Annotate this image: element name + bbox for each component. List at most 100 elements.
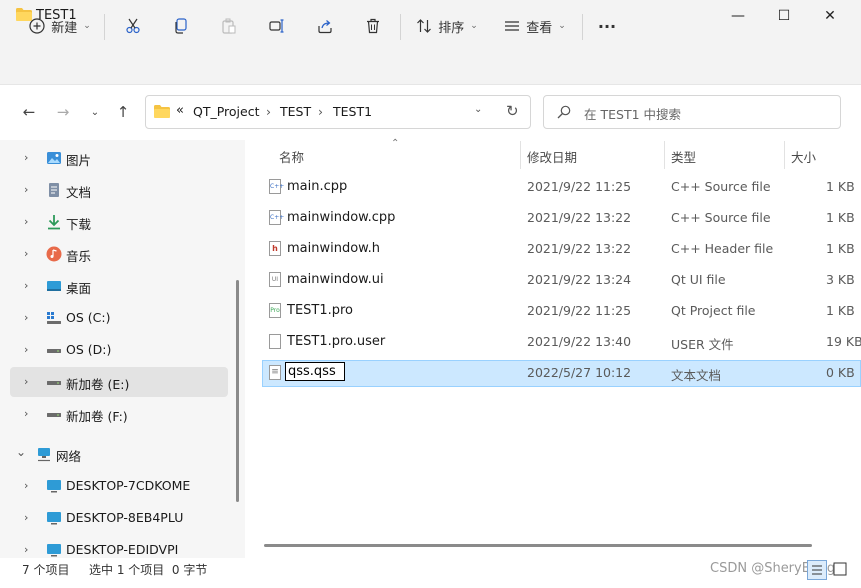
sidebar-item-pictures[interactable]: › 图片 <box>10 143 228 173</box>
close-window-button[interactable]: ✕ <box>807 0 853 32</box>
column-divider[interactable] <box>520 141 521 169</box>
chevron-right-icon[interactable]: › <box>24 215 28 228</box>
chevron-right-icon[interactable]: › <box>24 343 28 356</box>
drive-icon <box>47 349 61 353</box>
sidebar-item-downloads[interactable]: › 下载 <box>10 207 228 237</box>
sidebar-item-computer-2[interactable]: › DESKTOP-8EB4PLU <box>10 503 228 533</box>
file-row-qss-qss[interactable]: ≡ 2022/5/27 10:12 文本文档 0 KB <box>262 360 861 387</box>
sidebar-item-drive-e[interactable]: › 新加卷 (E:) <box>10 367 228 397</box>
chevron-right-icon[interactable]: › <box>24 183 28 196</box>
system-drive-icon <box>47 312 61 324</box>
file-row-test1-pro-user[interactable]: TEST1.pro.user 2021/9/22 13:40 USER 文件 1… <box>262 329 861 356</box>
maximize-button[interactable]: ☐ <box>761 0 807 32</box>
sidebar-item-label: 新加卷 (E:) <box>66 377 130 392</box>
details-view-icon <box>812 565 822 575</box>
sidebar-item-computer-1[interactable]: › DESKTOP-7CDKOME <box>10 471 228 501</box>
file-name: mainwindow.ui <box>287 272 384 287</box>
search-icon <box>557 105 571 119</box>
sidebar-item-drive-d[interactable]: › OS (D:) <box>10 335 228 365</box>
more-icon: ··· <box>597 16 617 36</box>
sidebar-item-label: 图片 <box>66 153 92 168</box>
forward-button[interactable]: → <box>51 98 75 126</box>
file-name: mainwindow.cpp <box>287 210 396 225</box>
details-view-button[interactable] <box>807 560 827 580</box>
breadcrumb-separator: › <box>318 104 323 119</box>
horizontal-scrollbar[interactable] <box>264 544 812 547</box>
delete-button[interactable] <box>358 10 388 42</box>
chevron-right-icon[interactable]: › <box>24 279 28 292</box>
toolbar-divider <box>582 14 583 40</box>
chevron-right-icon[interactable]: › <box>24 247 28 260</box>
chevron-right-icon[interactable]: › <box>24 311 28 324</box>
file-row-mainwindow-h[interactable]: h mainwindow.h 2021/9/22 13:22 C++ Heade… <box>262 236 861 263</box>
copy-button[interactable] <box>166 10 196 42</box>
breadcrumb-test1[interactable]: TEST1 <box>333 104 372 119</box>
file-date: 2021/9/22 11:25 <box>527 179 632 194</box>
address-bar[interactable]: « QT_Project › TEST › TEST1 ⌄ ↻ <box>145 95 531 129</box>
cut-button[interactable] <box>118 10 148 42</box>
chevron-right-icon[interactable]: › <box>24 543 28 556</box>
chevron-down-icon[interactable]: ⌄ <box>16 445 26 459</box>
column-header-size[interactable]: 大小 <box>791 147 816 166</box>
pictures-icon <box>47 152 61 164</box>
sidebar-item-desktop[interactable]: › 桌面 <box>10 271 228 301</box>
file-name: main.cpp <box>287 179 348 194</box>
file-row-main-cpp[interactable]: C++ main.cpp 2021/9/22 11:25 C++ Source … <box>262 174 861 201</box>
trash-icon <box>367 18 379 34</box>
recent-locations-button[interactable]: ⌄ <box>83 98 107 126</box>
chevron-right-icon[interactable]: › <box>24 479 28 492</box>
refresh-icon[interactable]: ↻ <box>506 102 519 120</box>
column-divider[interactable] <box>664 141 665 169</box>
chevron-right-icon[interactable]: › <box>24 407 28 420</box>
up-button[interactable]: ↑ <box>111 98 135 126</box>
file-type: C++ Source file <box>671 210 771 225</box>
more-options-button[interactable]: ··· <box>594 10 620 42</box>
minimize-button[interactable]: — <box>715 0 761 32</box>
file-name: TEST1.pro <box>287 303 354 318</box>
share-button[interactable] <box>310 10 340 42</box>
paste-button[interactable] <box>214 10 244 42</box>
view-button[interactable]: 查看 ⌄ <box>500 10 570 42</box>
pro-file-icon: Pro <box>269 303 281 318</box>
sidebar-item-drive-c[interactable]: › OS (C:) <box>10 303 228 333</box>
computer-icon <box>47 480 61 493</box>
file-row-mainwindow-ui[interactable]: UI mainwindow.ui 2021/9/22 13:24 Qt UI f… <box>262 267 861 294</box>
column-divider[interactable] <box>784 141 785 169</box>
sidebar-item-label: DESKTOP-EDIDVPI <box>66 542 179 557</box>
rename-icon <box>269 19 284 33</box>
sort-button[interactable]: 排序 ⌄ <box>412 10 482 42</box>
tiles-view-button[interactable] <box>831 560 851 580</box>
sort-icon <box>417 19 432 33</box>
sidebar-item-documents[interactable]: › 文档 <box>10 175 228 205</box>
breadcrumb-overflow-button[interactable]: « <box>176 103 184 118</box>
new-button[interactable]: 新建 ⌄ <box>26 10 94 42</box>
file-row-mainwindow-cpp[interactable]: C++ mainwindow.cpp 2021/9/22 13:22 C++ S… <box>262 205 861 232</box>
back-button[interactable]: ← <box>17 98 41 126</box>
breadcrumb-qt-project[interactable]: QT_Project <box>193 104 260 119</box>
sidebar-item-drive-f[interactable]: › 新加卷 (F:) <box>10 399 228 429</box>
chevron-right-icon[interactable]: › <box>24 151 28 164</box>
text-file-icon: ≡ <box>269 365 281 380</box>
paste-icon <box>222 18 236 34</box>
rename-input[interactable] <box>285 362 345 381</box>
rename-button[interactable] <box>262 10 292 42</box>
breadcrumb-test[interactable]: TEST <box>280 104 311 119</box>
file-row-test1-pro[interactable]: Pro TEST1.pro 2021/9/22 11:25 Qt Project… <box>262 298 861 325</box>
chevron-down-icon: ⌄ <box>90 106 100 118</box>
maximize-icon: ☐ <box>777 8 791 24</box>
file-type: Qt Project file <box>671 303 756 318</box>
search-box[interactable]: 在 TEST1 中搜索 <box>543 95 841 129</box>
column-header-type[interactable]: 类型 <box>671 147 696 166</box>
chevron-right-icon[interactable]: › <box>24 511 28 524</box>
address-dropdown-icon[interactable]: ⌄ <box>474 104 482 115</box>
close-icon: ✕ <box>824 8 836 24</box>
sidebar-item-network[interactable]: ⌄ 网络 <box>0 439 218 469</box>
sidebar-scrollbar[interactable] <box>236 280 239 502</box>
sort-ascending-icon: ⌃ <box>391 138 400 149</box>
column-header-date[interactable]: 修改日期 <box>527 147 577 166</box>
sidebar-item-music[interactable]: › 音乐 <box>10 239 228 269</box>
column-header-name[interactable]: 名称 <box>279 147 304 166</box>
sidebar-item-label: OS (D:) <box>66 342 112 357</box>
computer-icon <box>47 544 61 557</box>
chevron-right-icon[interactable]: › <box>24 375 28 388</box>
